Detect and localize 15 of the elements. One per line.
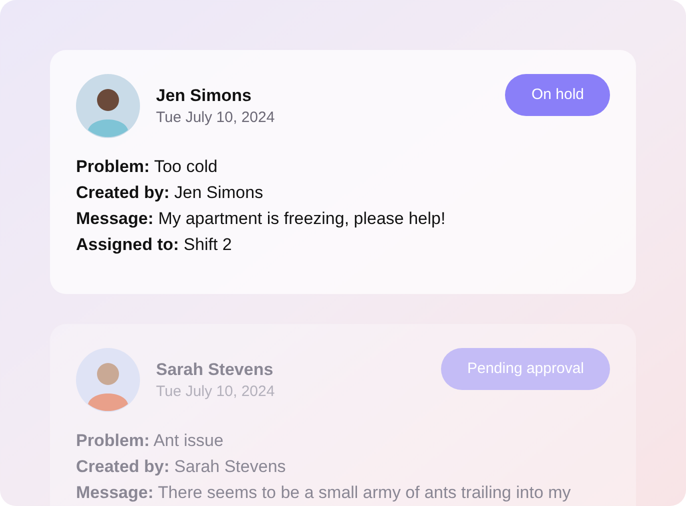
avatar-icon — [76, 74, 140, 138]
customer-name: Sarah Stevens — [156, 359, 274, 381]
ticket-detail: Problem: Ant issue — [76, 430, 224, 452]
ticket-detail: Created by: Jen Simons — [76, 182, 264, 204]
status-badge: On hold — [505, 74, 610, 116]
ticket-date: Tue July 10, 2024 — [156, 108, 275, 128]
avatar-icon — [76, 348, 140, 412]
ticket-detail: Created by: Sarah Stevens — [76, 456, 287, 478]
ticket-detail: Assigned to: Shift 2 — [76, 234, 233, 256]
ticket-detail: Problem: Too cold — [76, 156, 218, 178]
ticket-detail: Message: There seems to be a small army of ants trailing into my — [76, 482, 572, 504]
ticket-date: Tue July 10, 2024 — [156, 382, 275, 402]
status-badge: Pending approval — [441, 348, 610, 390]
ticket-detail: Message: My apartment is freezing, please help! — [76, 208, 446, 230]
customer-name: Jen Simons — [156, 85, 252, 107]
